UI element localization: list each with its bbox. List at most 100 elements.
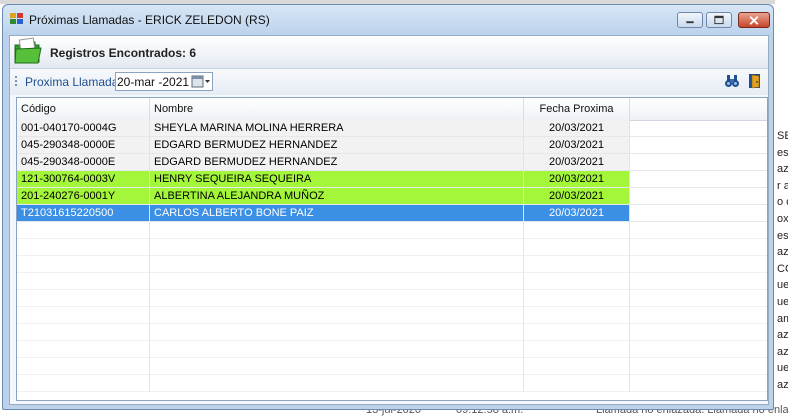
- cell-nombre[interactable]: SHEYLA MARINA MOLINA HERRERA: [150, 120, 524, 137]
- empty-cell: [150, 324, 524, 341]
- column-header-nombre[interactable]: Nombre: [150, 98, 524, 120]
- cell-codigo[interactable]: 045-290348-0000E: [17, 154, 150, 171]
- bg-fragment: ue: [777, 362, 788, 375]
- empty-row: [17, 222, 767, 239]
- cell-codigo[interactable]: 121-300764-0003V: [17, 171, 150, 188]
- cell-fecha-proxima[interactable]: 20/03/2021: [524, 137, 630, 154]
- empty-cell: [150, 375, 524, 392]
- app-icon: [10, 13, 24, 25]
- cell-fecha-proxima[interactable]: 20/03/2021: [524, 171, 630, 188]
- cell-fecha-proxima[interactable]: 20/03/2021: [524, 154, 630, 171]
- bg-fragment: aza: [777, 345, 788, 358]
- table-row[interactable]: T21031615220500 CARLOS ALBERTO BONE PAIZ 2…: [17, 205, 767, 222]
- empty-cell: [17, 222, 150, 239]
- empty-cell: [630, 358, 767, 375]
- empty-row: [17, 375, 767, 392]
- records-header: Registros Encontrados: 6: [10, 36, 768, 69]
- bg-fragment: aza: [777, 163, 788, 176]
- empty-cell: [630, 290, 767, 307]
- cell-codigo[interactable]: 001-040170-0004G: [17, 120, 150, 137]
- empty-row: [17, 358, 767, 375]
- table-row[interactable]: 201-240276-0001Y ALBERTINA ALEJANDRA MUÑO…: [17, 188, 767, 205]
- empty-cell: [17, 341, 150, 358]
- empty-cell: [524, 307, 630, 324]
- empty-row: [17, 273, 767, 290]
- next-call-date-picker[interactable]: 20-mar -2021: [115, 72, 213, 91]
- empty-row: [17, 256, 767, 273]
- cell-filler: [630, 120, 767, 137]
- empty-cell: [150, 341, 524, 358]
- records-found-label: Registros Encontrados: 6: [50, 46, 197, 60]
- bg-fragment: aza: [777, 379, 788, 391]
- table-row[interactable]: 001-040170-0004G SHEYLA MARINA MOLINA HER…: [17, 120, 767, 137]
- cell-filler: [630, 188, 767, 205]
- empty-cell: [630, 375, 767, 392]
- bg-fragment: est: [777, 146, 788, 159]
- window-content: Registros Encontrados: 6 Proxima Llamada…: [9, 35, 769, 405]
- empty-cell: [150, 222, 524, 239]
- empty-cell: [524, 375, 630, 392]
- empty-cell: [524, 256, 630, 273]
- empty-cell: [17, 324, 150, 341]
- grid-header: Código Nombre Fecha Proxima: [17, 98, 767, 121]
- empty-cell: [17, 307, 150, 324]
- maximize-button[interactable]: [706, 12, 732, 28]
- toolbar: Proxima Llamada 20-mar -2021: [10, 69, 768, 95]
- column-header-codigo[interactable]: Código: [17, 98, 150, 120]
- cell-nombre[interactable]: EDGARD BERMUDEZ HERNANDEZ: [150, 137, 524, 154]
- cell-codigo[interactable]: 045-290348-0000E: [17, 137, 150, 154]
- bg-fragment: aza: [777, 329, 788, 342]
- empty-cell: [17, 239, 150, 256]
- toolbar-grip[interactable]: [15, 76, 17, 88]
- bg-fragment: aza: [777, 246, 788, 259]
- empty-row: [17, 341, 767, 358]
- binoculars-icon[interactable]: [724, 73, 740, 89]
- cell-nombre[interactable]: ALBERTINA ALEJANDRA MUÑOZ: [150, 188, 524, 205]
- cell-fecha-proxima[interactable]: 20/03/2021: [524, 205, 630, 222]
- cell-fecha-proxima[interactable]: 20/03/2021: [524, 120, 630, 137]
- cell-fecha-proxima[interactable]: 20/03/2021: [524, 188, 630, 205]
- title-bar[interactable]: Próximas Llamadas - ERICK ZELEDON (RS): [3, 5, 773, 35]
- calls-grid[interactable]: Código Nombre Fecha Proxima 001-040170-0…: [16, 97, 768, 401]
- cell-nombre[interactable]: EDGARD BERMUDEZ HERNANDEZ: [150, 154, 524, 171]
- table-row[interactable]: 121-300764-0003V HENRY SEQUEIRA SEQUEIRA 2…: [17, 171, 767, 188]
- empty-cell: [524, 239, 630, 256]
- empty-row: [17, 239, 767, 256]
- table-row[interactable]: 045-290348-0000E EDGARD BERMUDEZ HERNANDE…: [17, 137, 767, 154]
- empty-cell: [150, 273, 524, 290]
- close-icon: [749, 16, 759, 25]
- empty-cell: [630, 324, 767, 341]
- empty-cell: [630, 239, 767, 256]
- minimize-button[interactable]: [677, 12, 703, 28]
- cell-nombre[interactable]: HENRY SEQUEIRA SEQUEIRA: [150, 171, 524, 188]
- table-row[interactable]: 045-290348-0000E EDGARD BERMUDEZ HERNANDE…: [17, 154, 767, 171]
- empty-cell: [524, 222, 630, 239]
- empty-cell: [630, 307, 767, 324]
- minimize-icon: [686, 21, 694, 24]
- cell-nombre[interactable]: CARLOS ALBERTO BONE PAIZ: [150, 205, 524, 222]
- cell-codigo[interactable]: T21031615220500: [17, 205, 150, 222]
- empty-cell: [17, 358, 150, 375]
- bg-fragment: SE: [777, 130, 788, 142]
- bg-fragment: CO: [777, 262, 788, 275]
- column-header-fecha-proxima[interactable]: Fecha Proxima: [524, 98, 630, 120]
- empty-cell: [17, 290, 150, 307]
- cell-codigo[interactable]: 201-240276-0001Y: [17, 188, 150, 205]
- bg-fragment: ox: [777, 213, 788, 225]
- empty-cell: [17, 256, 150, 273]
- cell-filler: [630, 205, 767, 222]
- window-title: Próximas Llamadas - ERICK ZELEDON (RS): [29, 13, 270, 27]
- calendar-dropdown-icon[interactable]: [191, 75, 211, 89]
- exit-door-icon[interactable]: [747, 73, 763, 89]
- empty-cell: [524, 324, 630, 341]
- empty-cell: [524, 341, 630, 358]
- empty-row: [17, 290, 767, 307]
- empty-cell: [17, 375, 150, 392]
- bg-fragment: am: [777, 312, 788, 325]
- empty-row: [17, 324, 767, 341]
- empty-cell: [630, 273, 767, 290]
- empty-cell: [524, 273, 630, 290]
- close-button[interactable]: [738, 12, 770, 28]
- empty-cell: [150, 358, 524, 375]
- cell-filler: [630, 171, 767, 188]
